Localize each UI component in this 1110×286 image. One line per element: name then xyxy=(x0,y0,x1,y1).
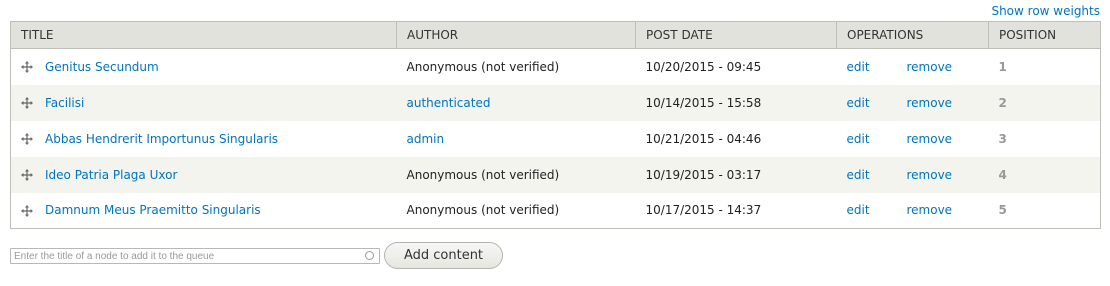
title-cell: Genitus Secundum xyxy=(10,48,397,85)
author-cell: admin xyxy=(396,120,636,157)
post-date-text: 10/14/2015 - 15:58 xyxy=(645,95,762,110)
remove-link[interactable]: remove xyxy=(907,168,953,182)
title-cell: Ideo Patria Plaga Uxor xyxy=(10,156,397,193)
move-arrows-icon[interactable] xyxy=(21,97,33,109)
table-row: Genitus Secundum Anonymous (not verified)… xyxy=(10,48,1101,85)
title-link[interactable]: Abbas Hendrerit Importunus Singularis xyxy=(45,132,278,146)
node-autocomplete-input[interactable] xyxy=(10,248,380,264)
post-date-text: 10/20/2015 - 09:45 xyxy=(645,59,762,74)
title-link[interactable]: Ideo Patria Plaga Uxor xyxy=(45,168,177,182)
column-header-title: TITLE xyxy=(10,21,397,49)
remove-link[interactable]: remove xyxy=(907,203,953,217)
author-link[interactable]: admin xyxy=(407,132,445,146)
edit-link[interactable]: edit xyxy=(847,96,907,110)
edit-link[interactable]: edit xyxy=(847,60,907,74)
operations-cell: edit remove xyxy=(836,156,989,193)
queue-table: TITLE AUTHOR POST DATE OPERATIONS POSITI… xyxy=(10,21,1101,229)
edit-link[interactable]: edit xyxy=(847,132,907,146)
edit-link[interactable]: edit xyxy=(847,168,907,182)
table-row: Facilisi authenticated 10/14/2015 - 15:58 e… xyxy=(10,84,1101,121)
post-date-cell: 10/21/2015 - 04:46 xyxy=(635,120,837,157)
position-value: 4 xyxy=(998,167,1007,182)
table-row: Damnum Meus Praemitto Singularis Anonymou… xyxy=(10,192,1101,229)
column-header-author: AUTHOR xyxy=(396,21,636,49)
table-row: Ideo Patria Plaga Uxor Anonymous (not ver… xyxy=(10,156,1101,193)
column-header-post-date: POST DATE xyxy=(635,21,837,49)
post-date-text: 10/19/2015 - 03:17 xyxy=(645,167,762,182)
column-header-operations: OPERATIONS xyxy=(836,21,989,49)
table-row: Abbas Hendrerit Importunus Singularis adm… xyxy=(10,120,1101,157)
author-cell: Anonymous (not verified) xyxy=(396,156,636,193)
author-text: Anonymous (not verified) xyxy=(406,203,560,218)
page: Show row weights TITLE AUTHOR POST DATE … xyxy=(0,0,1110,286)
title-link[interactable]: Damnum Meus Praemitto Singularis xyxy=(45,203,261,217)
add-content-button[interactable]: Add content xyxy=(384,242,503,269)
move-arrows-icon[interactable] xyxy=(21,61,33,74)
remove-link[interactable]: remove xyxy=(907,96,953,110)
title-link[interactable]: Facilisi xyxy=(45,96,84,110)
title-cell: Damnum Meus Praemitto Singularis xyxy=(10,192,397,229)
position-cell: 5 xyxy=(988,192,1101,229)
show-row-weights-link[interactable]: Show row weights xyxy=(991,4,1100,18)
table-body: Genitus Secundum Anonymous (not verified)… xyxy=(10,48,1101,229)
author-cell: Anonymous (not verified) xyxy=(396,192,636,229)
post-date-text: 10/21/2015 - 04:46 xyxy=(645,131,762,146)
position-cell: 1 xyxy=(988,48,1101,85)
remove-link[interactable]: remove xyxy=(907,60,953,74)
author-cell: authenticated xyxy=(396,84,636,121)
operations-cell: edit remove xyxy=(836,120,989,157)
operations-cell: edit remove xyxy=(836,84,989,121)
author-cell: Anonymous (not verified) xyxy=(396,48,636,85)
remove-link[interactable]: remove xyxy=(907,132,953,146)
author-text: Anonymous (not verified) xyxy=(406,167,560,182)
move-arrows-icon[interactable] xyxy=(21,204,33,217)
position-value: 1 xyxy=(998,59,1007,74)
table-header-row: TITLE AUTHOR POST DATE OPERATIONS POSITI… xyxy=(10,21,1101,49)
edit-link[interactable]: edit xyxy=(847,203,907,217)
author-link[interactable]: authenticated xyxy=(407,96,491,110)
operations-cell: edit remove xyxy=(836,192,989,229)
position-cell: 3 xyxy=(988,120,1101,157)
title-cell: Facilisi xyxy=(10,84,397,121)
position-value: 3 xyxy=(998,131,1007,146)
position-value: 2 xyxy=(998,95,1007,110)
title-cell: Abbas Hendrerit Importunus Singularis xyxy=(10,120,397,157)
operations-cell: edit remove xyxy=(836,48,989,85)
post-date-text: 10/17/2015 - 14:37 xyxy=(645,203,762,218)
move-arrows-icon[interactable] xyxy=(21,169,33,181)
column-header-position: POSITION xyxy=(988,21,1101,49)
move-arrows-icon[interactable] xyxy=(21,133,33,145)
throbber-circle-icon xyxy=(365,251,374,260)
post-date-cell: 10/20/2015 - 09:45 xyxy=(635,48,837,85)
post-date-cell: 10/19/2015 - 03:17 xyxy=(635,156,837,193)
position-value: 5 xyxy=(998,203,1007,218)
title-link[interactable]: Genitus Secundum xyxy=(45,60,159,74)
position-cell: 2 xyxy=(988,84,1101,121)
author-text: Anonymous (not verified) xyxy=(406,59,560,74)
post-date-cell: 10/17/2015 - 14:37 xyxy=(635,192,837,229)
post-date-cell: 10/14/2015 - 15:58 xyxy=(635,84,837,121)
position-cell: 4 xyxy=(988,156,1101,193)
